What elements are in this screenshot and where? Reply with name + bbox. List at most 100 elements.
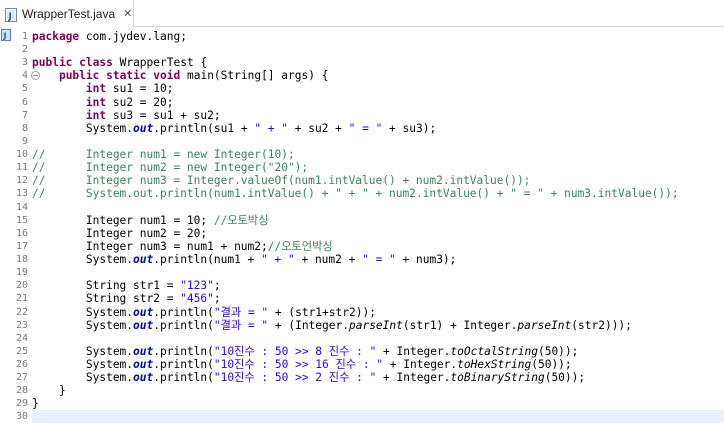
code-line[interactable]: package com.jydev.lang; [32, 30, 187, 43]
tab-wrappertest-java[interactable]: J WrapperTest.java ✕ [0, 0, 134, 27]
code-token: + su2 + [288, 121, 349, 135]
code-line[interactable]: int su2 = 20; [32, 95, 174, 109]
tab-label: WrapperTest.java [22, 6, 116, 21]
code-line[interactable]: // Integer num3 = Integer.valueOf(num1.i… [32, 174, 530, 187]
code-token: " + " [261, 253, 295, 267]
code-token: "10진수 : 50 >> 8 진수 : " [213, 344, 377, 358]
code-line[interactable] [32, 410, 724, 424]
code-token: void [153, 69, 181, 83]
line-number: 28 [15, 385, 28, 397]
line-number: 13 [15, 188, 28, 200]
code-token: su1 = 10; [106, 82, 174, 96]
code-line[interactable]: int su1 = 10; [32, 82, 174, 96]
code-token: out [133, 358, 154, 371]
code-line[interactable]: System.out.println("결과 = " + (Integer.pa… [32, 319, 632, 332]
code-token: + (str1+str2)); [268, 305, 376, 319]
code-token: "123" [180, 279, 214, 293]
code-token: // Integer num3 = Integer.valueOf(num1.i… [32, 174, 531, 188]
code-token: out [133, 344, 154, 358]
line-number: 7 [21, 109, 28, 121]
svg-text:J: J [8, 12, 12, 22]
code-line[interactable]: String str1 = "123"; [32, 279, 221, 292]
code-token: toHexString [457, 358, 532, 371]
code-token: int [85, 82, 107, 96]
code-token: + (Integer. [268, 318, 349, 332]
line-number: 8 [21, 122, 28, 134]
line-number: 3 [21, 57, 28, 69]
code-token: (50)); [544, 371, 586, 385]
code-line[interactable]: // Integer num1 = new Integer(10); [32, 148, 295, 161]
code-token: (50)); [537, 344, 579, 358]
code-line[interactable]: System.out.println("10진수 : 50 >> 8 진수 : … [32, 344, 579, 358]
code-line[interactable]: System.out.println(num1 + " + " + num2 +… [32, 253, 457, 267]
code-token: package [32, 30, 80, 43]
code-token: parseInt [517, 318, 572, 332]
code-line[interactable]: } [32, 384, 66, 397]
line-number: 29 [15, 398, 28, 410]
code-line[interactable]: Integer num3 = num1 + num2;//오토언박싱 [32, 240, 333, 253]
code-line[interactable]: public static void main(String[] args) { [32, 69, 328, 82]
code-token: int [85, 108, 107, 122]
code-token: static [106, 69, 147, 83]
code-token: class [79, 56, 113, 70]
code-token: + Integer. [383, 358, 458, 371]
code-token: parseInt [348, 318, 403, 332]
line-number: 1 [21, 31, 28, 42]
code-token: // Integer num2 = new Integer("20"); [32, 161, 309, 175]
code-line[interactable]: String str2 = "456"; [32, 292, 221, 305]
code-line[interactable]: public class WrapperTest { [32, 56, 207, 69]
code-line[interactable]: Integer num2 = 20; [32, 227, 207, 240]
code-token: Integer num2 = 20; [32, 226, 208, 240]
code-token: (50)); [531, 358, 572, 371]
code-token: + num3); [395, 253, 457, 267]
close-icon[interactable]: ✕ [123, 7, 132, 20]
code-token: .println( [153, 358, 214, 371]
code-token: // System.out.println(num1.intValue() + … [32, 187, 679, 201]
code-token: .println(num1 + [153, 253, 262, 267]
code-line[interactable]: // System.out.println(num1.intValue() + … [32, 187, 679, 200]
code-token: " + " [254, 121, 288, 135]
code-token: int [85, 95, 107, 109]
annotation-ruler: J [0, 28, 11, 425]
code-token: ; [213, 279, 221, 293]
line-number: 14 [15, 201, 28, 213]
code-token: .println( [153, 344, 214, 358]
line-number: 4 [21, 70, 28, 82]
code-token: System. [32, 344, 134, 358]
line-number: 25 [15, 345, 28, 357]
code-token: public [58, 69, 100, 83]
code-token: out [133, 121, 154, 135]
code-line[interactable]: int su3 = su1 + su2; [32, 109, 221, 122]
code-token: String str1 = [32, 279, 181, 293]
code-token: // Integer num1 = new Integer(10); [32, 148, 295, 162]
line-number: 30 [15, 411, 28, 423]
code-token: out [133, 371, 154, 385]
code-line[interactable]: Integer num1 = 10; //오토박싱 [32, 214, 269, 227]
code-editor[interactable]: J 1 2 3 4−5 6 7 8 9 10 11 12 13 14 15 16 17 18 19 20 21 22 23… [0, 28, 724, 425]
code-line[interactable]: System.out.println("결과 = " + (str1+str2)… [32, 306, 376, 319]
code-line[interactable]: } [32, 397, 39, 410]
code-token: "456" [180, 292, 214, 306]
line-number: 9 [21, 135, 28, 147]
line-number: 20 [15, 280, 28, 292]
code-line[interactable]: // Integer num2 = new Integer("20"); [32, 161, 308, 174]
code-token: toBinaryString [450, 371, 545, 385]
code-line[interactable]: System.out.println("10진수 : 50 >> 16 진수 :… [32, 358, 572, 371]
code-token: (str2))); [571, 318, 632, 332]
code-token: //오토박싱 [213, 213, 269, 227]
code-token: System. [32, 318, 134, 332]
code-token: System. [32, 253, 134, 267]
code-token: .println( [153, 371, 214, 385]
code-token: "10진수 : 50 >> 16 진수 : " [213, 358, 384, 371]
code-token: } [32, 384, 66, 398]
code-line[interactable]: System.out.println("10진수 : 50 >> 2 진수 : … [32, 371, 585, 384]
code-token: com.jydev.lang; [79, 30, 187, 43]
line-number: 22 [15, 306, 28, 318]
line-number: 24 [15, 332, 28, 344]
code-line[interactable]: System.out.println(su1 + " + " + su2 + "… [32, 122, 436, 135]
code-token: su3 = su1 + su2; [106, 108, 221, 122]
code-token: + Integer. [376, 344, 451, 358]
